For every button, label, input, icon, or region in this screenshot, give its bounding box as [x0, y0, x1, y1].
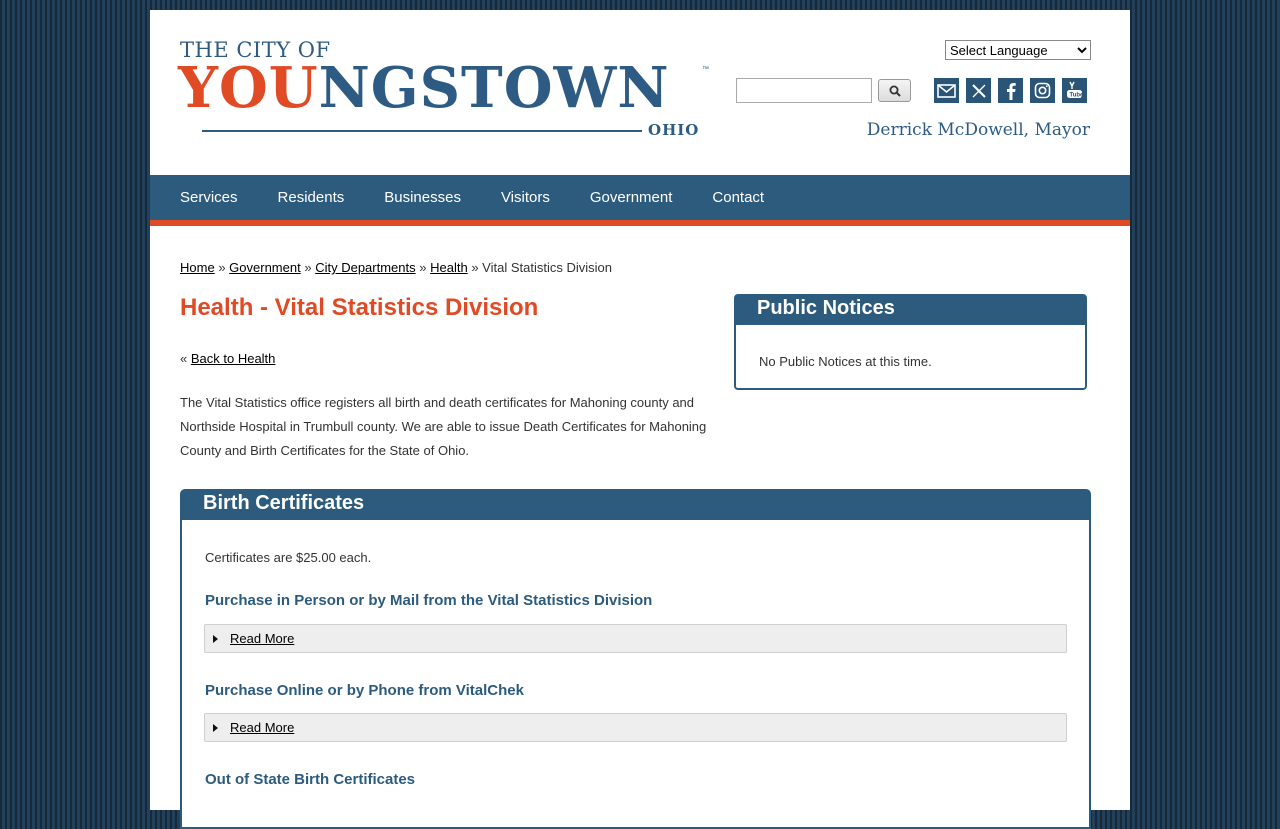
- back-link-prefix: «: [180, 351, 188, 366]
- intro-paragraph: The Vital Statistics office registers al…: [180, 395, 707, 458]
- breadcrumb-home[interactable]: Home: [180, 260, 215, 275]
- expand-arrow-icon: [213, 723, 218, 732]
- search-button[interactable]: [878, 79, 911, 102]
- back-to-health-link[interactable]: Back to Health: [191, 351, 276, 366]
- page-container: THE CITY OF YOUNGSTOWN ™ OHIO Select Lan…: [150, 10, 1130, 829]
- nav-businesses[interactable]: Businesses: [384, 189, 461, 206]
- birth-certificates-panel: Birth Certificates Certificates are $25.…: [180, 489, 1091, 829]
- city-logo[interactable]: THE CITY OF YOUNGSTOWN ™ OHIO: [178, 38, 710, 143]
- breadcrumb-city-departments[interactable]: City Departments: [315, 260, 415, 275]
- logo-ngstown: NGSTOWN: [318, 55, 670, 121]
- breadcrumb-current: Vital Statistics Division: [482, 260, 612, 275]
- search-icon: [889, 85, 901, 97]
- svg-text:Tube: Tube: [1070, 92, 1085, 98]
- breadcrumb-health[interactable]: Health: [430, 260, 468, 275]
- youtube-icon[interactable]: Tube: [1062, 78, 1087, 103]
- breadcrumb-government[interactable]: Government: [229, 260, 301, 275]
- public-notices-box: Public Notices No Public Notices at this…: [734, 294, 1087, 390]
- nav-visitors[interactable]: Visitors: [501, 189, 550, 206]
- nav-services[interactable]: Services: [180, 189, 238, 206]
- read-more-label[interactable]: Read More: [230, 631, 294, 646]
- logo-you: YOU: [178, 55, 319, 121]
- site-header: THE CITY OF YOUNGSTOWN ™ OHIO Select Lan…: [150, 10, 1130, 175]
- nav-accent-bar: [150, 220, 1130, 226]
- breadcrumb-sep: »: [218, 260, 226, 275]
- breadcrumb-sep: »: [419, 260, 427, 275]
- logo-ohio: OHIO: [648, 121, 700, 139]
- public-notices-title: Public Notices: [736, 296, 1085, 325]
- back-link-row: « Back to Health: [180, 351, 275, 366]
- expand-arrow-icon: [213, 634, 218, 643]
- page-title: Health - Vital Statistics Division: [180, 294, 539, 321]
- facebook-icon[interactable]: [998, 78, 1023, 103]
- instagram-icon[interactable]: [1030, 78, 1055, 103]
- nav-contact[interactable]: Contact: [712, 189, 764, 206]
- breadcrumb-sep: »: [471, 260, 479, 275]
- breadcrumb: Home » Government » City Departments » H…: [180, 260, 612, 275]
- logo-trademark: ™: [702, 66, 709, 73]
- section-heading-vitalchek: Purchase Online or by Phone from VitalCh…: [205, 682, 524, 699]
- search-input[interactable]: [736, 78, 872, 103]
- language-select[interactable]: Select Language: [945, 40, 1091, 60]
- certificate-price: Certificates are $25.00 each.: [205, 550, 372, 565]
- birth-certificates-title: Birth Certificates: [182, 491, 1089, 520]
- nav-government[interactable]: Government: [590, 189, 673, 206]
- read-more-label[interactable]: Read More: [230, 720, 294, 735]
- section-heading-in-person: Purchase in Person or by Mail from the V…: [205, 592, 653, 609]
- read-more-vitalchek-toggle[interactable]: Read More: [204, 713, 1067, 742]
- logo-main-text: YOUNGSTOWN: [178, 56, 670, 120]
- section-heading-out-of-state: Out of State Birth Certificates: [205, 771, 416, 788]
- public-notices-text: No Public Notices at this time.: [759, 354, 932, 369]
- email-icon[interactable]: [934, 78, 959, 103]
- x-twitter-icon[interactable]: [966, 78, 991, 103]
- mayor-name: Derrick McDowell, Mayor: [866, 120, 1090, 140]
- logo-rule: [202, 130, 642, 132]
- main-nav: Services Residents Businesses Visitors G…: [150, 175, 1130, 220]
- read-more-in-person-toggle[interactable]: Read More: [204, 624, 1067, 653]
- breadcrumb-sep: »: [304, 260, 312, 275]
- nav-residents[interactable]: Residents: [278, 189, 345, 206]
